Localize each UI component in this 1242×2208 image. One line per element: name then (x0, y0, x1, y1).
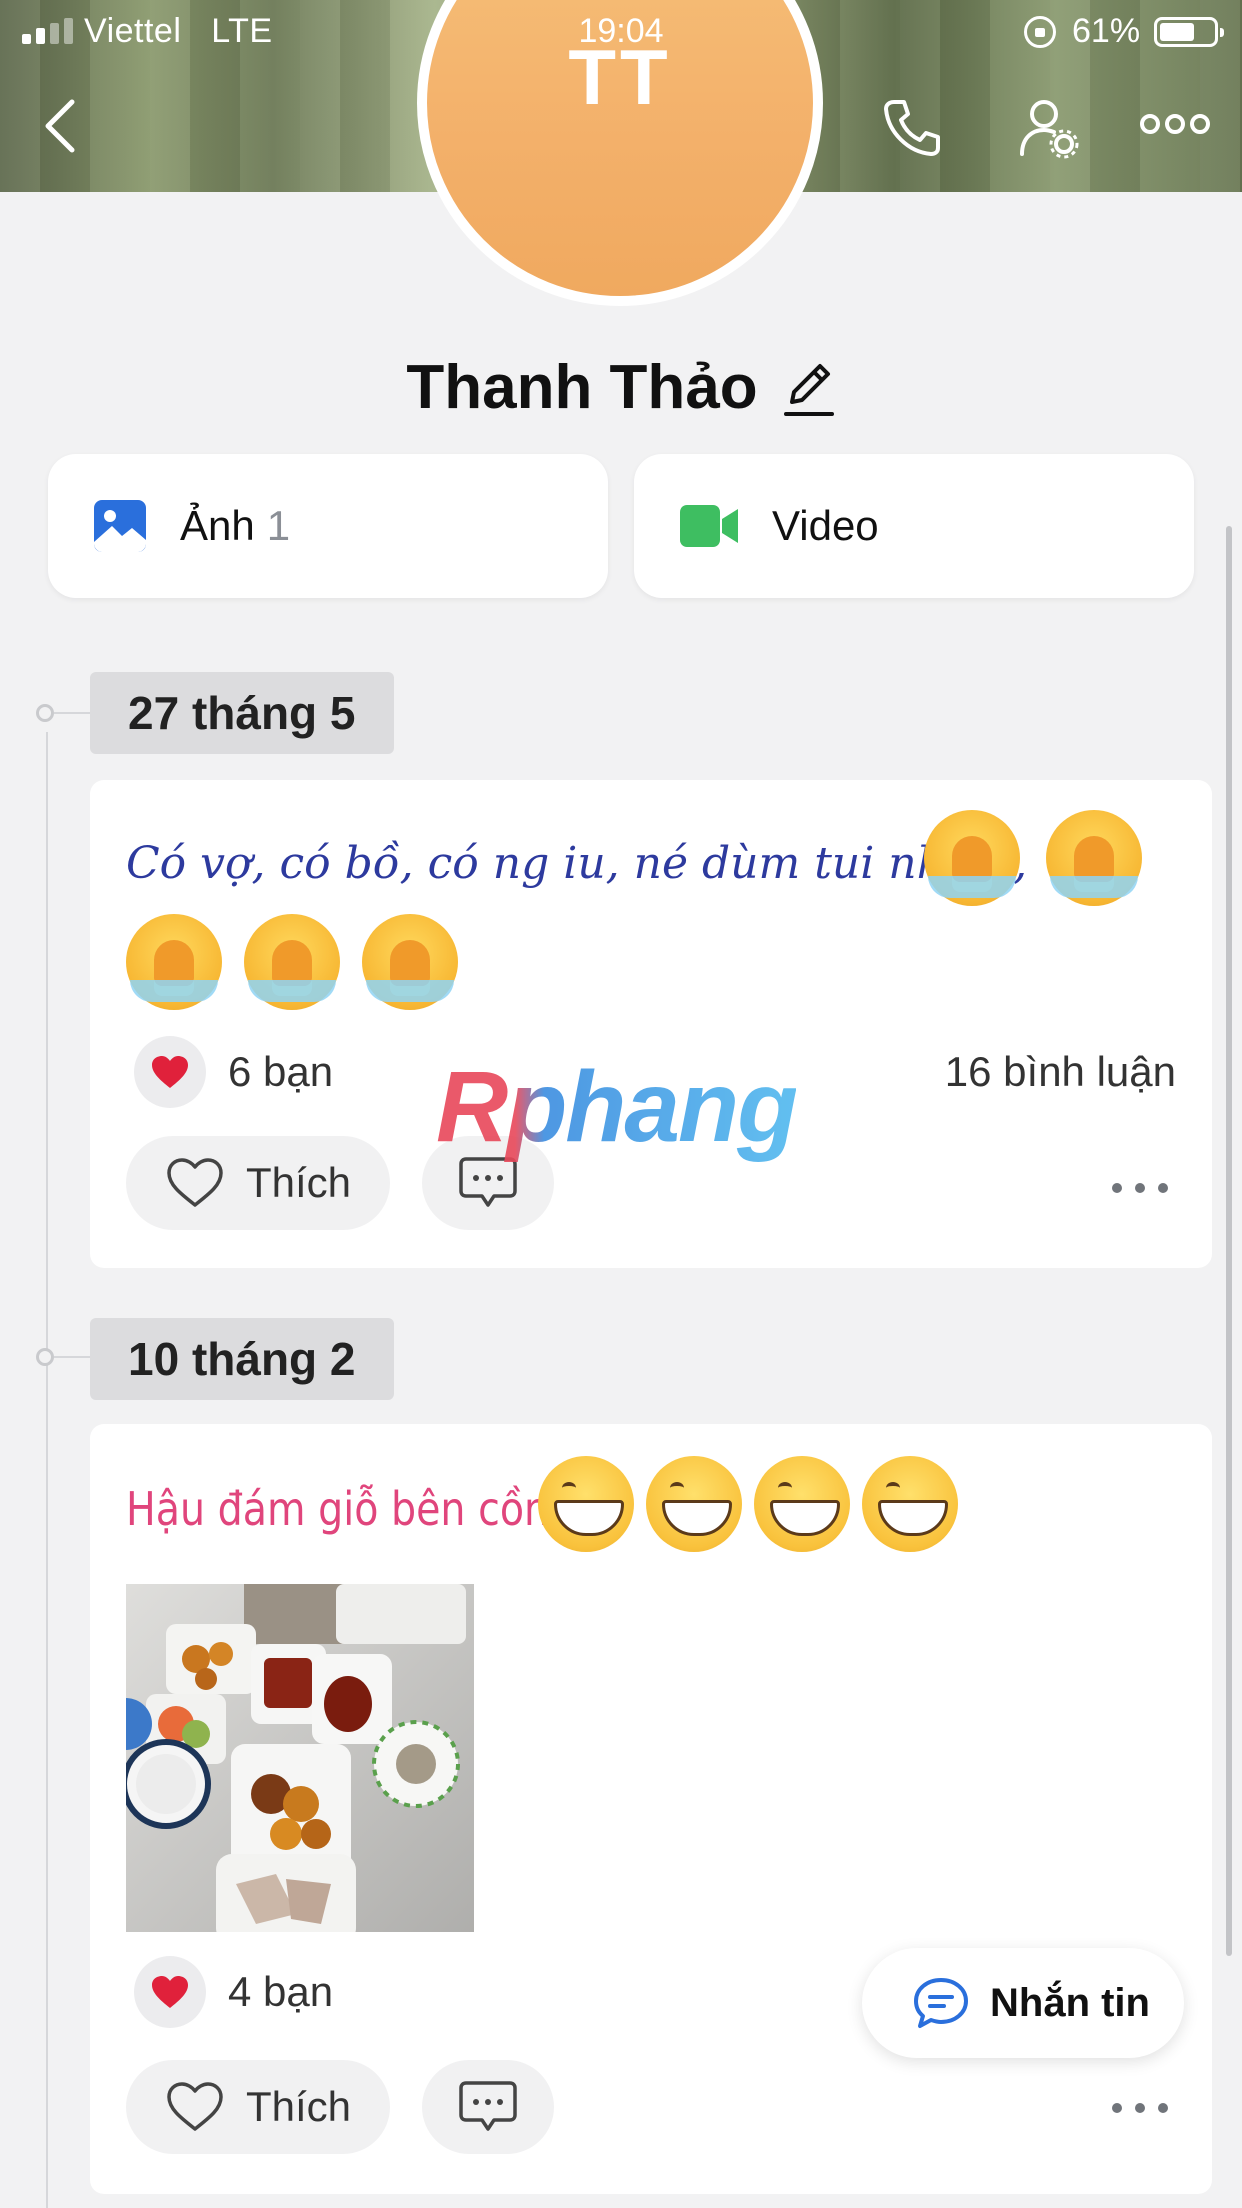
chat-bubble-icon (914, 1978, 968, 2028)
timeline-dot (36, 1348, 54, 1366)
crying-face-emoji (924, 810, 1020, 906)
post-text: Hậu đám giỗ bên cồn (126, 1482, 550, 1536)
profile-name-row: Thanh Thảo (0, 352, 1242, 423)
post-more-button[interactable] (1112, 2098, 1168, 2118)
rotation-lock-icon (1024, 16, 1056, 48)
photos-button[interactable]: Ảnh 1 (48, 454, 608, 598)
like-label: Thích (246, 2083, 352, 2130)
crying-face-emoji (126, 914, 222, 1010)
grinning-face-emoji (538, 1456, 634, 1552)
heart-reaction-icon (134, 1036, 206, 1108)
comment-icon (459, 2081, 517, 2131)
grinning-face-emoji (646, 1456, 742, 1552)
phone-icon (884, 100, 940, 156)
crying-face-emoji (1046, 810, 1142, 906)
like-button[interactable]: Thích (126, 1136, 390, 1230)
comments-count[interactable]: 16 bình luận (945, 1048, 1176, 1096)
comment-button[interactable] (422, 2060, 554, 2154)
photos-label: Ảnh (180, 502, 255, 549)
profile-name: Thanh Thảo (406, 353, 758, 422)
heart-outline-icon (167, 2082, 223, 2131)
avatar-initials: TT (568, 33, 672, 121)
post-date: 27 tháng 5 (90, 672, 394, 754)
post-date: 10 tháng 2 (90, 1318, 394, 1400)
timeline-line (46, 732, 48, 2208)
video-camera-icon (680, 505, 738, 547)
timeline-dot (36, 704, 54, 722)
back-button[interactable] (40, 96, 84, 156)
grinning-face-emoji (862, 1456, 958, 1552)
watermark-logo: Rphang (436, 1051, 798, 1163)
videos-button[interactable]: Video (634, 454, 1194, 598)
emoji-row (924, 810, 1142, 906)
likes-count: 6 bạn (228, 1048, 334, 1095)
chevron-left-icon (45, 99, 75, 153)
heart-reaction-icon (134, 1956, 206, 2028)
like-label: Thích (246, 1159, 352, 1206)
profile-settings-button[interactable] (1016, 96, 1080, 160)
post-card: Hậu đám giỗ bên cồn 4 bạn Thích (90, 1424, 1212, 2194)
likes-count: 4 bạn (228, 1968, 334, 2015)
battery-percent: 61% (1072, 12, 1141, 50)
crying-face-emoji (244, 914, 340, 1010)
timeline-connector (54, 712, 90, 714)
reaction-summary[interactable]: 6 bạn (134, 1036, 333, 1108)
image-icon (94, 500, 146, 552)
emoji-row (126, 914, 458, 1010)
post-more-button[interactable] (1112, 1178, 1168, 1198)
post-text: Có vợ, có bồ, có ng iu, né dùm tui nha,,… (126, 838, 1028, 889)
photos-count: 1 (266, 502, 291, 549)
emoji-row (538, 1456, 958, 1552)
food-photo-illustration (126, 1584, 474, 1932)
grinning-face-emoji (754, 1456, 850, 1552)
status-bar: Viettel LTE 19:04 61% (0, 0, 1242, 64)
crying-face-emoji (362, 914, 458, 1010)
timeline-connector (54, 1356, 90, 1358)
like-button[interactable]: Thích (126, 2060, 390, 2154)
scrollbar[interactable] (1226, 526, 1232, 1956)
more-horizontal-icon (1140, 114, 1210, 134)
user-gear-icon (1020, 100, 1079, 159)
pencil-icon (783, 363, 834, 416)
send-message-label: Nhắn tin (990, 1980, 1150, 2025)
edit-name-button[interactable] (782, 358, 836, 418)
battery-icon (1154, 17, 1224, 47)
send-message-button[interactable]: Nhắn tin (862, 1948, 1184, 2058)
post-card: Có vợ, có bồ, có ng iu, né dùm tui nha,,… (90, 780, 1212, 1268)
more-options-button[interactable] (1140, 108, 1210, 140)
post-photo[interactable] (126, 1584, 474, 1932)
reaction-summary[interactable]: 4 bạn (134, 1956, 333, 2028)
heart-outline-icon (167, 1158, 223, 1207)
videos-label: Video (772, 502, 879, 549)
call-button[interactable] (880, 96, 944, 160)
